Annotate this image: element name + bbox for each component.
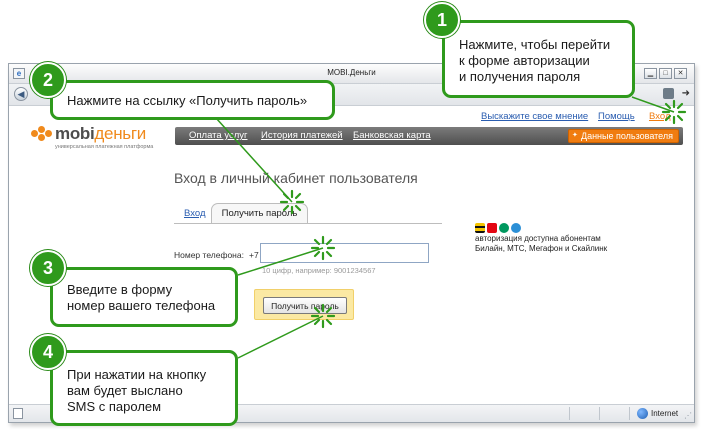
security-icon[interactable] xyxy=(663,88,674,99)
resize-grip-icon[interactable]: ⋰ xyxy=(684,411,692,420)
step-badge-3: 3 xyxy=(30,250,66,286)
phone-prefix: +7 xyxy=(249,250,259,260)
globe-icon xyxy=(637,408,648,419)
callout-2: Нажмите на ссылку «Получить пароль» xyxy=(50,80,335,120)
tutorial-screenshot: e MOBI.Деньги ▁ □ ✕ ◀ ➜ Выскажите свое м… xyxy=(0,0,701,439)
callout-3: Введите в форму номер вашего телефона xyxy=(50,267,238,327)
mts-icon xyxy=(487,223,497,233)
step-badge-4: 4 xyxy=(30,334,66,370)
phone-label: Номер телефона: xyxy=(174,250,244,260)
main-menu: Оплата услуг История платежей Банковская… xyxy=(175,127,683,145)
menu-item-payments[interactable]: Оплата услуг xyxy=(189,130,247,141)
megafon-icon xyxy=(499,223,509,233)
logo-tagline: универсальная платежная платформа xyxy=(55,144,154,150)
skylink-icon xyxy=(511,223,521,233)
logo-icon xyxy=(31,126,53,142)
step-badge-1: 1 xyxy=(424,2,460,38)
tab-get-password[interactable]: Получить пароль xyxy=(211,203,308,224)
go-arrow-icon[interactable]: ➜ xyxy=(682,88,690,99)
callout-1: Нажмите, чтобы перейти к форме авторизац… xyxy=(442,20,635,98)
login-link[interactable]: Вход xyxy=(649,111,671,122)
menu-item-history[interactable]: История платежей xyxy=(261,130,343,141)
security-zone: Internet xyxy=(651,409,679,418)
close-button[interactable]: ✕ xyxy=(674,68,687,79)
page-icon xyxy=(13,408,23,419)
tab-login[interactable]: Вход xyxy=(184,208,206,219)
logo: mobiденьги xyxy=(55,124,146,143)
maximize-button[interactable]: □ xyxy=(659,68,672,79)
help-link[interactable]: Помощь xyxy=(598,111,635,122)
page-title: Вход в личный кабинет пользователя xyxy=(174,170,418,186)
get-password-button[interactable]: Получить пароль xyxy=(263,297,347,314)
phone-input[interactable] xyxy=(260,243,429,263)
user-data-button[interactable]: Данные пользователя xyxy=(567,129,679,143)
minimize-button[interactable]: ▁ xyxy=(644,68,657,79)
phone-hint: 10 цифр, например: 9001234567 xyxy=(262,266,376,275)
feedback-link[interactable]: Выскажите свое мнение xyxy=(481,111,588,122)
operators-note: авторизация доступна абонентам Билайн, М… xyxy=(475,234,608,253)
callout-4: При нажатии на кнопку вам будет выслано … xyxy=(50,350,238,426)
submit-highlight: Получить пароль xyxy=(254,289,354,320)
step-badge-2: 2 xyxy=(30,62,66,98)
menu-item-bank-card[interactable]: Банковская карта xyxy=(353,130,431,141)
back-arrow-icon[interactable]: ◀ xyxy=(14,87,28,101)
tab-divider xyxy=(174,223,442,224)
beeline-icon xyxy=(475,223,485,233)
